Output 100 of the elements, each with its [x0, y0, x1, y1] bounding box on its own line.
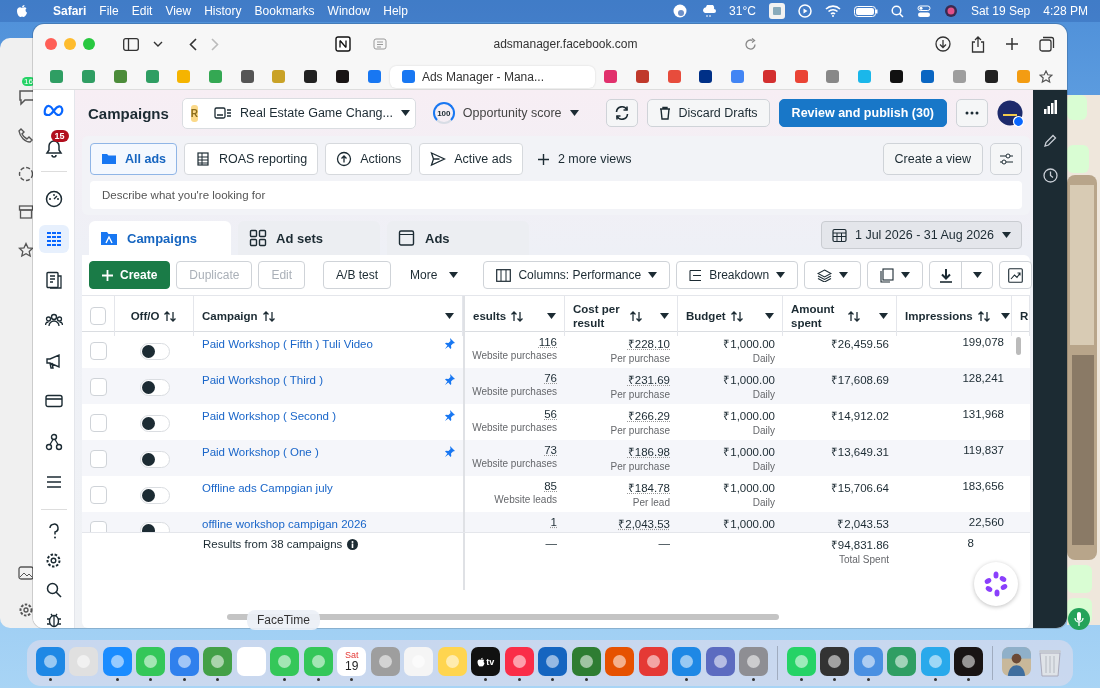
chevron-down-icon[interactable]	[153, 41, 163, 47]
phone-icon[interactable]	[18, 128, 34, 144]
calendar-app-icon[interactable]: Sat 19	[337, 647, 367, 676]
discard-drafts-button[interactable]: Discard Drafts	[647, 99, 770, 127]
share-icon[interactable]	[971, 35, 985, 53]
select-all-checkbox[interactable]	[90, 307, 106, 325]
view-tab[interactable]: Actions	[325, 143, 413, 175]
campaign-link[interactable]: Paid Workshop ( Third )	[202, 374, 323, 386]
column-header[interactable]: Off/O	[115, 296, 194, 336]
avatar-icon[interactable]	[997, 99, 1024, 127]
status-icon[interactable]	[18, 166, 34, 182]
address-bar[interactable]: adsmanager.facebook.com	[365, 30, 765, 58]
pencil-icon[interactable]	[1043, 134, 1057, 148]
toggle-switch[interactable]	[139, 414, 170, 432]
clock-icon[interactable]	[1042, 168, 1058, 183]
row-checkbox[interactable]	[90, 450, 107, 468]
settings-icon[interactable]	[18, 602, 34, 618]
notion-icon[interactable]	[335, 36, 351, 52]
campaign-link[interactable]: Paid Workshop ( One )	[202, 446, 319, 458]
account-selector[interactable]: R Real Estate Game Chang...	[181, 97, 416, 129]
star-icon[interactable]	[1039, 69, 1053, 84]
chart-button[interactable]	[999, 261, 1033, 289]
table-nav-button[interactable]	[38, 225, 69, 253]
campaign-link[interactable]: Offline ads Campgian july	[202, 482, 333, 494]
level-tab[interactable]: Campaigns	[89, 221, 231, 255]
view-tab[interactable]: ROAS reporting	[184, 143, 319, 175]
app-icon[interactable]	[820, 647, 850, 676]
settings-icon[interactable]	[45, 551, 62, 569]
toggle-switch[interactable]	[139, 342, 170, 360]
meta-logo-icon[interactable]	[42, 104, 65, 116]
menu-item[interactable]: Edit	[131, 4, 153, 18]
toggle-switch[interactable]	[139, 378, 170, 396]
view-tab[interactable]: Active ads	[419, 143, 523, 175]
column-header[interactable]: esults	[463, 296, 565, 336]
chat-icon[interactable]	[18, 88, 36, 106]
assistant-button[interactable]	[974, 562, 1018, 606]
menu-item[interactable]: Help	[383, 4, 408, 18]
reload-icon[interactable]	[744, 37, 757, 51]
more-views-button[interactable]: 2 more views	[529, 152, 640, 166]
siri-icon[interactable]	[943, 4, 958, 18]
menu-item[interactable]: Bookmarks	[254, 4, 315, 18]
date-range-picker[interactable]: 1 Jul 2026 - 31 Aug 2026	[821, 221, 1022, 249]
layers-menu[interactable]	[804, 261, 862, 289]
row-checkbox[interactable]	[90, 378, 107, 396]
wifi-icon[interactable]	[824, 5, 841, 17]
search-field[interactable]: Describe what you're looking for	[90, 181, 1022, 209]
app-icon[interactable]	[954, 647, 984, 676]
breakdown-menu[interactable]: Breakdown	[676, 261, 799, 289]
campaign-link[interactable]: Paid Workshop ( Fifth ) Tuli Video	[202, 338, 373, 350]
info-icon[interactable]	[347, 538, 359, 550]
help-icon[interactable]	[46, 522, 61, 539]
download-icon[interactable]	[935, 36, 951, 52]
reports-menu[interactable]	[867, 261, 924, 289]
close-button[interactable]	[45, 38, 57, 50]
scrollbar-thumb[interactable]	[1016, 337, 1021, 355]
battery-icon[interactable]	[853, 5, 878, 17]
opportunity-score-menu[interactable]: 100 Opportunity score	[432, 102, 579, 124]
image-icon[interactable]	[18, 566, 34, 580]
review-and-publish-button[interactable]: Review and publish (30)	[778, 99, 947, 127]
view-settings-button[interactable]	[990, 143, 1022, 175]
column-header[interactable]: Amount spent	[783, 296, 897, 336]
menu-item[interactable]: History	[204, 4, 242, 18]
view-tab[interactable]: All ads	[90, 143, 177, 175]
campaign-link[interactable]: offline workshop campigan 2026	[202, 518, 367, 530]
search-icon[interactable]	[45, 581, 62, 598]
action-button[interactable]: A/B test	[323, 261, 392, 289]
toggle-switch[interactable]	[139, 486, 170, 504]
app-menu[interactable]: Safari	[53, 4, 87, 18]
cloud-rain-icon[interactable]	[702, 4, 717, 18]
play-icon[interactable]	[797, 4, 812, 18]
bell-icon[interactable]	[44, 139, 63, 158]
toggle-switch[interactable]	[139, 450, 170, 468]
menu-item[interactable]: File	[99, 4, 119, 18]
action-button[interactable]: Create	[89, 261, 171, 289]
bar-chart-icon[interactable]	[1043, 100, 1057, 114]
create-view-button[interactable]: Create a view	[882, 143, 983, 175]
column-header[interactable]: Budget	[678, 296, 783, 336]
microphone-button[interactable]	[1068, 608, 1090, 630]
plus-icon[interactable]	[1005, 37, 1019, 51]
sidebar-icon[interactable]	[123, 37, 139, 51]
campaign-link[interactable]: Paid Workshop ( Second )	[202, 410, 337, 422]
back-icon[interactable]	[189, 37, 197, 51]
menu-item[interactable]: Window	[327, 4, 371, 18]
row-checkbox[interactable]	[90, 342, 107, 360]
column-header[interactable]: R	[1012, 296, 1030, 336]
refresh-button[interactable]	[606, 99, 639, 127]
menu-item[interactable]: View	[165, 4, 192, 18]
toggles-icon[interactable]	[916, 4, 931, 18]
columns-menu[interactable]: Columns: Performance	[483, 261, 671, 289]
tabs-icon[interactable]	[1039, 36, 1055, 52]
row-checkbox[interactable]	[90, 486, 107, 504]
star-icon[interactable]	[18, 242, 34, 258]
row-checkbox[interactable]	[90, 414, 107, 432]
column-header[interactable]: Impressions	[897, 296, 1012, 336]
tv-app-icon[interactable]: tv	[471, 647, 501, 676]
browser-tab[interactable]: Ads Manager - Mana...	[389, 65, 595, 88]
column-header[interactable]: Campaign	[194, 296, 463, 336]
archive-icon[interactable]	[18, 204, 34, 220]
level-tab[interactable]: Ad sets	[238, 221, 380, 255]
column-header[interactable]: Cost per result	[565, 296, 678, 336]
